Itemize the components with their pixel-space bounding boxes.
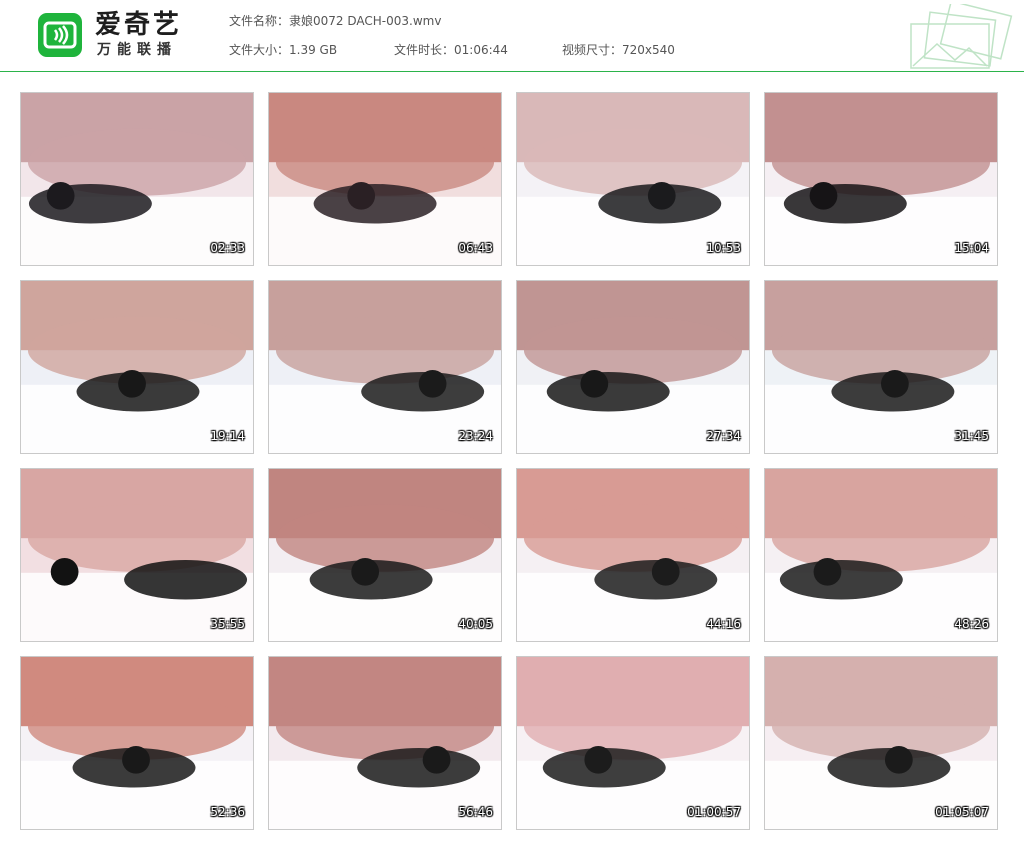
video-thumbnail[interactable]: 02:33 xyxy=(20,92,254,266)
thumbnail-image xyxy=(517,93,749,265)
thumbnail-image xyxy=(21,657,253,829)
thumbnail-timestamp: 10:53 xyxy=(706,241,741,255)
logo-title: 爱奇艺 xyxy=(95,10,183,40)
file-duration: 文件时长：01:06:44 xyxy=(394,43,508,57)
thumbnail-image xyxy=(269,469,501,641)
thumbnail-image xyxy=(21,93,253,265)
thumbnail-timestamp: 02:33 xyxy=(210,241,245,255)
thumbnail-image xyxy=(517,281,749,453)
picture-frames-icon xyxy=(910,4,1013,69)
video-thumbnail[interactable]: 44:16 xyxy=(516,468,750,642)
video-thumbnail[interactable]: 35:55 xyxy=(20,468,254,642)
thumbnail-image xyxy=(269,657,501,829)
thumbnail-image xyxy=(517,657,749,829)
thumbnail-timestamp: 23:24 xyxy=(458,429,493,443)
thumbnail-timestamp: 27:34 xyxy=(706,429,741,443)
thumbnail-timestamp: 31:45 xyxy=(954,429,989,443)
file-size-value: 1.39 GB xyxy=(289,43,338,57)
thumbnail-image xyxy=(765,93,997,265)
thumbnail-timestamp: 40:05 xyxy=(458,617,493,631)
thumbnail-image xyxy=(765,469,997,641)
video-thumbnail[interactable]: 15:04 xyxy=(764,92,998,266)
thumbnail-timestamp: 15:04 xyxy=(954,241,989,255)
iqiyi-tv-icon xyxy=(38,13,82,57)
thumbnail-image xyxy=(765,657,997,829)
thumbnail-timestamp: 01:05:07 xyxy=(935,805,989,819)
file-duration-label: 文件时长： xyxy=(394,43,455,57)
file-size-label: 文件大小： xyxy=(229,43,290,57)
thumbnail-image xyxy=(765,281,997,453)
video-thumbnail[interactable]: 19:14 xyxy=(20,280,254,454)
video-thumbnail[interactable]: 23:24 xyxy=(268,280,502,454)
video-thumbnail[interactable]: 27:34 xyxy=(516,280,750,454)
video-resolution-label: 视频尺寸： xyxy=(562,43,623,57)
video-resolution: 视频尺寸：720x540 xyxy=(562,43,675,57)
file-duration-value: 01:06:44 xyxy=(454,43,508,57)
thumbnail-image xyxy=(21,281,253,453)
logo-subtitle: 万能联播 xyxy=(97,42,177,58)
video-thumbnail[interactable]: 01:00:57 xyxy=(516,656,750,830)
thumbnail-image xyxy=(517,469,749,641)
thumbnail-timestamp: 01:00:57 xyxy=(687,805,741,819)
video-thumbnail[interactable]: 52:36 xyxy=(20,656,254,830)
thumbnail-image xyxy=(269,93,501,265)
thumbnail-timestamp: 44:16 xyxy=(706,617,741,631)
video-thumbnail[interactable]: 06:43 xyxy=(268,92,502,266)
file-name-value: 隶娘0072 DACH-003.wmv xyxy=(289,14,442,28)
video-thumbnail[interactable]: 56:46 xyxy=(268,656,502,830)
thumbnail-image xyxy=(269,281,501,453)
video-thumbnail[interactable]: 10:53 xyxy=(516,92,750,266)
file-size: 文件大小：1.39 GB xyxy=(229,43,337,57)
video-resolution-value: 720x540 xyxy=(622,43,675,57)
thumbnail-timestamp: 35:55 xyxy=(210,617,245,631)
thumbnail-timestamp: 19:14 xyxy=(210,429,245,443)
thumbnail-timestamp: 52:36 xyxy=(210,805,245,819)
video-thumbnail[interactable]: 01:05:07 xyxy=(764,656,998,830)
thumbnail-timestamp: 48:26 xyxy=(954,617,989,631)
file-name-label: 文件名称： xyxy=(229,14,290,28)
thumbnail-timestamp: 56:46 xyxy=(458,805,493,819)
video-thumbnail[interactable]: 40:05 xyxy=(268,468,502,642)
thumbnail-timestamp: 06:43 xyxy=(458,241,493,255)
thumbnail-image xyxy=(21,469,253,641)
file-name: 文件名称：隶娘0072 DACH-003.wmv xyxy=(229,14,441,28)
video-thumbnail[interactable]: 31:45 xyxy=(764,280,998,454)
video-thumbnail[interactable]: 48:26 xyxy=(764,468,998,642)
header: 爱奇艺 万能联播 文件名称：隶娘0072 DACH-003.wmv 文件大小：1… xyxy=(0,0,1024,72)
